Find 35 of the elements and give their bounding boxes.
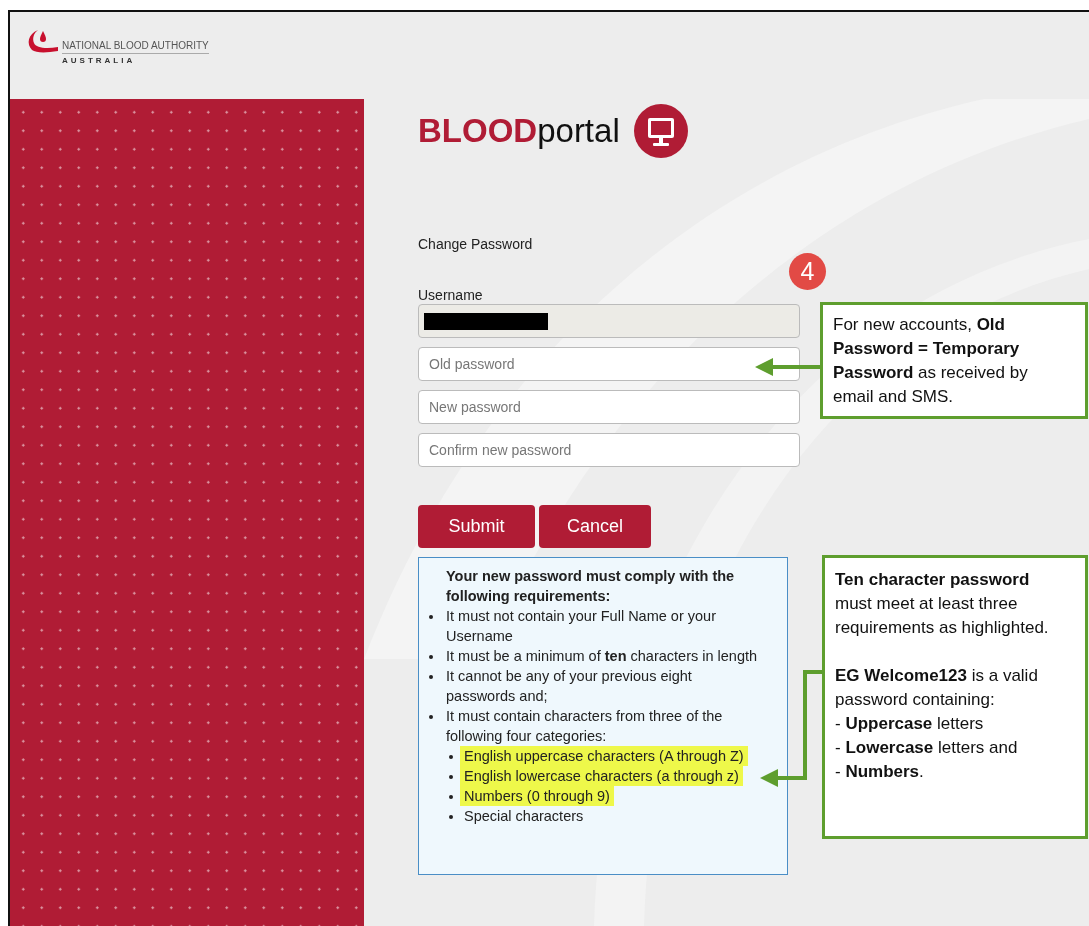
bullet-icon xyxy=(449,755,453,759)
callout-text: For new accounts, Old Password = Temporary Password as received by email and SMS. xyxy=(833,314,1029,408)
requirement-text: It cannot be any of your previous eight passwords and; xyxy=(446,667,693,706)
password-field[interactable]: New password xyxy=(418,390,800,424)
requirement-text: It must be a minimum of ten characters in length xyxy=(446,647,758,666)
category-text: Numbers (0 through 9) xyxy=(460,786,614,806)
callout-text: - Lowercase letters and xyxy=(835,737,1019,759)
password-field[interactable]: Confirm new password xyxy=(418,433,800,467)
callout-text: EG Welcome123 is a valid password containing: xyxy=(835,665,1039,711)
username-label: Username xyxy=(418,287,484,303)
category-text: Special characters xyxy=(463,807,585,826)
callout-text: - Uppercase letters xyxy=(835,713,985,735)
requirements-heading: Your new password must comply with the following requirements: xyxy=(445,567,736,606)
category-text: English uppercase characters (A through Z) xyxy=(460,746,748,766)
portal-title: BLOODportal xyxy=(418,112,620,150)
bullet-icon xyxy=(449,795,453,799)
username-field[interactable] xyxy=(418,304,800,338)
callout-text: Ten character password must meet at least three requirements as highlighted. xyxy=(835,569,1050,639)
bullet-icon xyxy=(429,615,433,619)
form-title: Change Password xyxy=(418,236,534,252)
bullet-icon xyxy=(449,775,453,779)
monitor-icon xyxy=(633,104,688,158)
requirement-text: It must contain characters from three of the following four categories: xyxy=(446,707,724,746)
callout-text: - Numbers. xyxy=(835,761,925,783)
logo-icon xyxy=(26,28,60,54)
submit-button[interactable]: Submit xyxy=(418,505,535,548)
bullet-icon xyxy=(429,655,433,659)
logo-country: AUSTRALIA xyxy=(62,55,137,65)
password-field[interactable]: Old password xyxy=(418,347,800,381)
bullet-icon xyxy=(429,715,433,719)
bullet-icon xyxy=(429,675,433,679)
logo-name: NATIONAL BLOOD AUTHORITY xyxy=(62,40,209,54)
category-text: English lowercase characters (a through z) xyxy=(460,766,743,786)
bullet-icon xyxy=(449,815,453,819)
cancel-button[interactable]: Cancel xyxy=(539,505,651,548)
